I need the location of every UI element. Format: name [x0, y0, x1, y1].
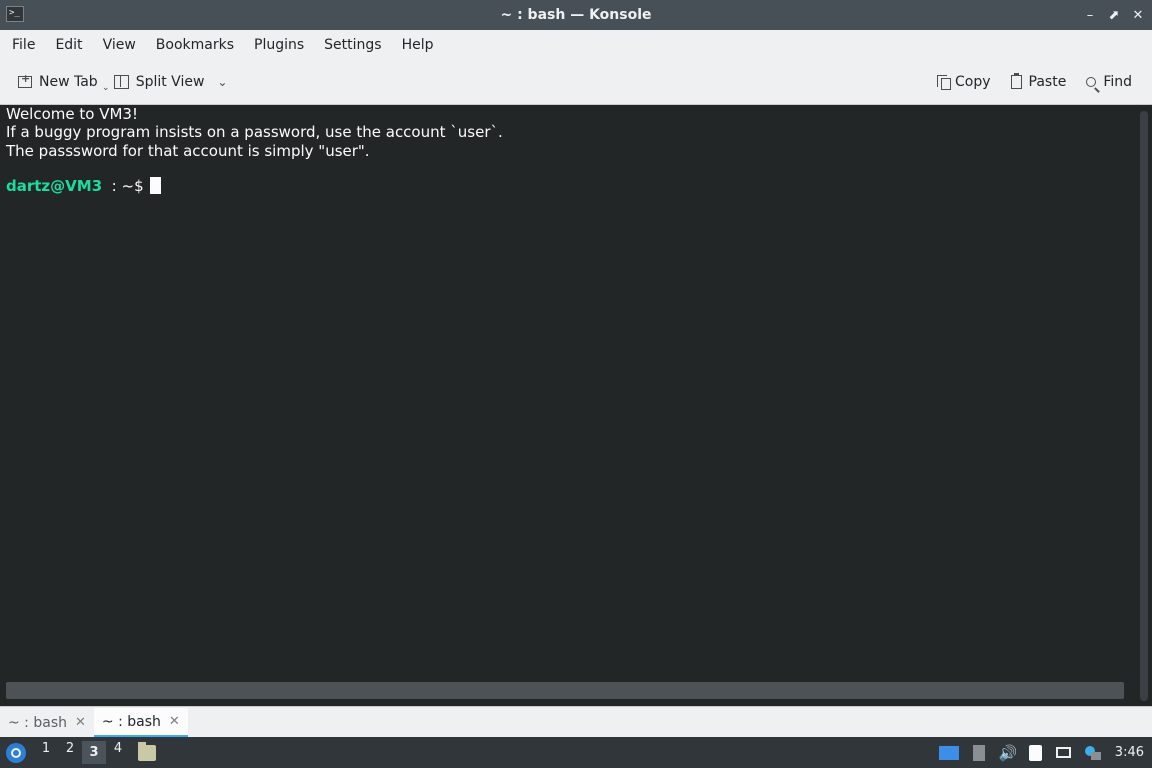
desktop-2[interactable]: 2: [58, 741, 82, 764]
konsole-app-icon[interactable]: >_: [6, 6, 24, 22]
find-label: Find: [1103, 74, 1132, 90]
system-panel: 1 2 3 4 🔊 3:46: [0, 737, 1152, 768]
display-icon[interactable]: [938, 745, 959, 760]
paste-button[interactable]: Paste: [1003, 66, 1075, 98]
notifications-icon[interactable]: [1084, 745, 1101, 760]
horizontal-scrollbar[interactable]: [6, 682, 1124, 699]
window-title: ~ : bash — Konsole: [500, 7, 652, 23]
window-controls: – ⬈ ✕: [1084, 0, 1144, 30]
removable-device-icon[interactable]: [972, 744, 985, 761]
shell-prompt[interactable]: dartz@VM3 : ~$: [6, 177, 161, 195]
desktop-4[interactable]: 4: [106, 741, 130, 764]
paste-label: Paste: [1028, 74, 1067, 90]
tab-label: ~ : bash: [101, 713, 161, 730]
paste-icon: [1010, 73, 1022, 89]
new-tab-icon: [18, 72, 32, 88]
network-icon[interactable]: [1055, 747, 1071, 758]
terminal-line: If a buggy program insists on a password…: [6, 123, 503, 142]
volume-icon[interactable]: 🔊: [999, 745, 1018, 761]
menu-settings[interactable]: Settings: [314, 30, 391, 60]
vertical-scrollbar[interactable]: [1140, 111, 1148, 701]
prompt-user-host: dartz@VM3: [6, 177, 103, 195]
clock[interactable]: 3:46: [1115, 745, 1144, 760]
menu-plugins[interactable]: Plugins: [244, 30, 314, 60]
system-tray: 🔊 3:46: [938, 744, 1144, 761]
find-button[interactable]: Find: [1078, 66, 1140, 98]
text-cursor: [149, 177, 161, 194]
tab-bash-2[interactable]: ~ : bash ✕: [93, 708, 188, 737]
terminal-output: Welcome to VM3! If a buggy program insist…: [6, 105, 503, 160]
new-tab-button[interactable]: New Tab ⌄: [10, 66, 110, 98]
tab-bash-1[interactable]: ~ : bash ✕: [0, 708, 94, 737]
menu-edit[interactable]: Edit: [45, 30, 92, 60]
menu-bar: File Edit View Bookmarks Plugins Setting…: [0, 30, 1152, 60]
maximize-button[interactable]: ⬈: [1108, 8, 1120, 23]
copy-button[interactable]: Copy: [930, 66, 999, 98]
search-icon: [1086, 77, 1097, 87]
terminal-line: Welcome to VM3!: [6, 105, 138, 123]
menu-file[interactable]: File: [0, 30, 45, 60]
prompt-path: : ~$: [102, 177, 144, 195]
clipboard-icon[interactable]: [1028, 744, 1042, 761]
split-view-button[interactable]: Split View ⌄: [106, 66, 236, 98]
split-view-label: Split View: [135, 74, 205, 90]
split-view-icon: [113, 75, 129, 89]
desktop-3[interactable]: 3: [82, 741, 106, 764]
copy-icon: [937, 75, 951, 90]
minimize-button[interactable]: –: [1084, 8, 1096, 23]
menu-bookmarks[interactable]: Bookmarks: [146, 30, 244, 60]
menu-view[interactable]: View: [93, 30, 146, 60]
chevron-down-icon[interactable]: ⌄: [217, 75, 227, 89]
menu-help[interactable]: Help: [392, 30, 444, 60]
close-tab-icon[interactable]: ✕: [75, 715, 86, 730]
file-manager-icon[interactable]: [138, 741, 156, 761]
title-bar[interactable]: >_ ~ : bash — Konsole – ⬈ ✕: [0, 0, 1152, 30]
terminal-line: The passsword for that account is simply…: [6, 141, 370, 160]
application-launcher-icon[interactable]: [6, 742, 26, 763]
virtual-desktop-pager: 1 2 3 4: [34, 741, 130, 764]
terminal-area[interactable]: Welcome to VM3! If a buggy program insist…: [0, 105, 1152, 706]
new-tab-label: New Tab: [39, 74, 98, 90]
close-button[interactable]: ✕: [1132, 8, 1144, 23]
tab-label: ~ : bash: [8, 714, 67, 731]
desktop-1[interactable]: 1: [34, 741, 58, 764]
close-tab-icon[interactable]: ✕: [169, 714, 180, 729]
toolbar: New Tab ⌄ Split View ⌄ Copy Paste Find: [0, 60, 1152, 105]
copy-label: Copy: [955, 74, 991, 90]
tab-bar: ~ : bash ✕ ~ : bash ✕: [0, 706, 1152, 737]
